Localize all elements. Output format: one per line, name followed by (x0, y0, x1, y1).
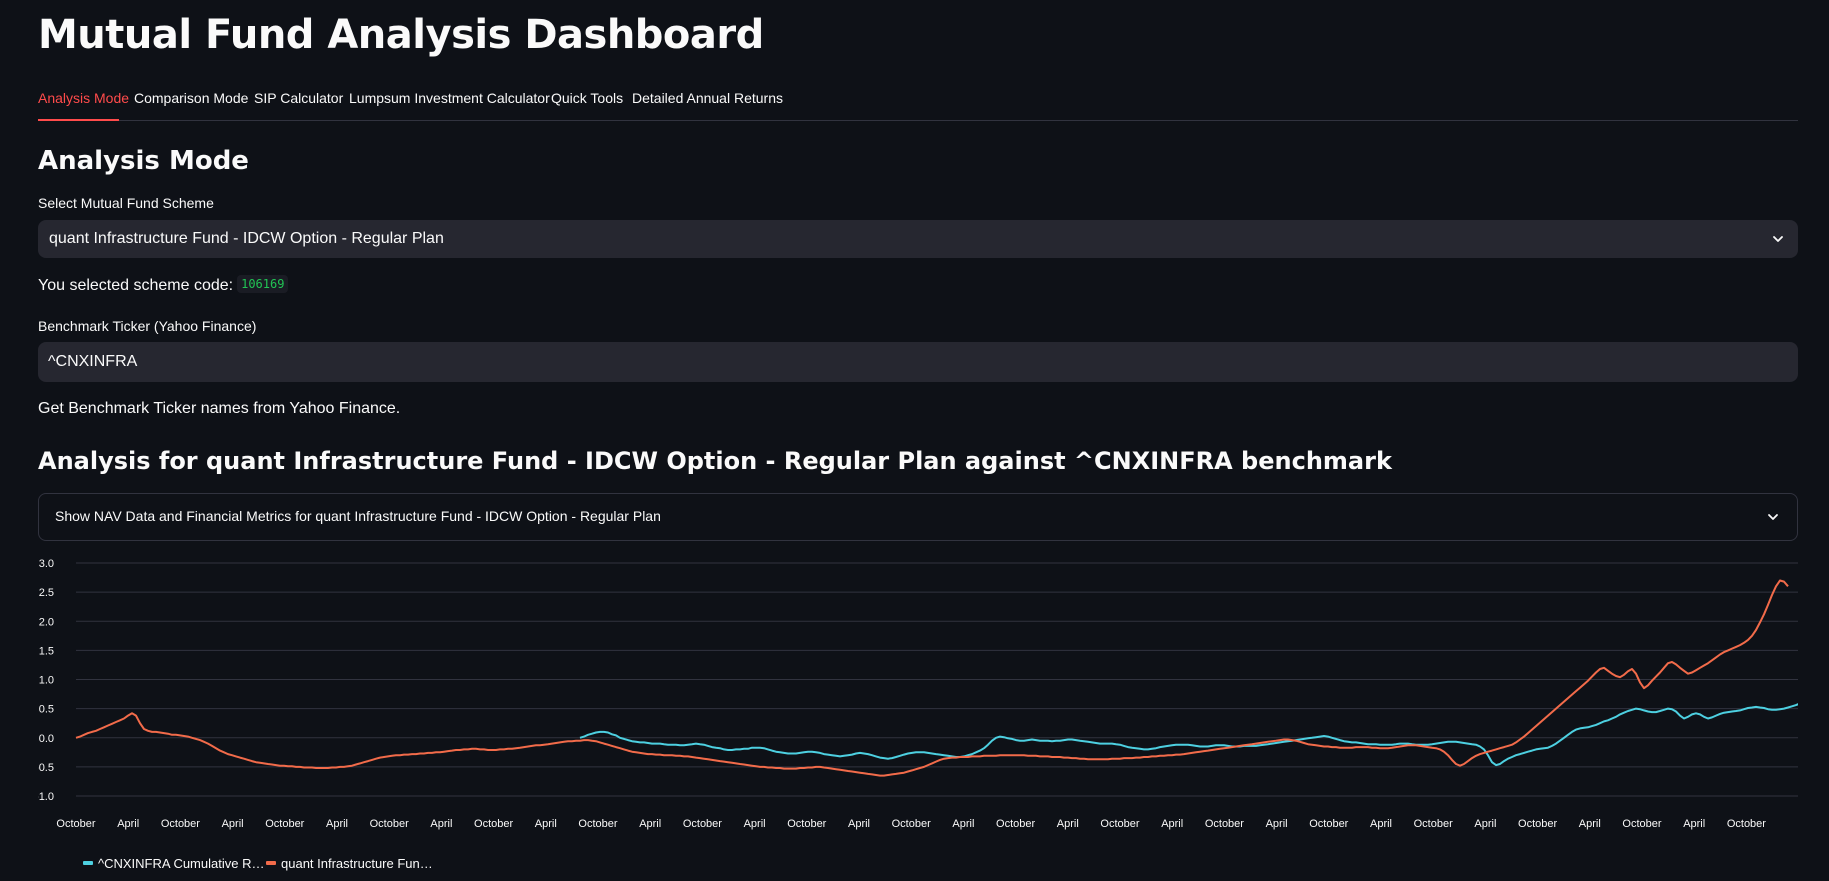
benchmark-ticker-input[interactable] (38, 342, 1798, 382)
x-tick-label: October (56, 818, 95, 830)
x-tick-label: October (683, 818, 722, 830)
x-tick-label: April (117, 818, 139, 830)
scheme-select-value: quant Infrastructure Fund - IDCW Option … (49, 230, 444, 247)
fund-series-line (75, 579, 1789, 777)
x-tick-label: October (1622, 818, 1661, 830)
expander-label: Show NAV Data and Financial Metrics for … (55, 508, 661, 524)
x-tick-label: October (1309, 818, 1348, 830)
section-heading: Analysis Mode (38, 146, 249, 176)
x-tick-label: October (578, 818, 617, 830)
x-tick-label: October (1414, 818, 1453, 830)
x-tick-label: April (1266, 818, 1288, 830)
x-tick-label: October (1100, 818, 1139, 830)
benchmark-label: Benchmark Ticker (Yahoo Finance) (38, 318, 257, 334)
y-tick-label: 0.0 (39, 733, 54, 745)
scheme-code-prefix: You selected scheme code: (38, 277, 234, 294)
legend-swatch (83, 861, 93, 865)
x-tick-label: April (1474, 818, 1496, 830)
x-tick-label: October (370, 818, 409, 830)
tab-detailed-annual-returns[interactable]: Detailed Annual Returns (632, 90, 783, 106)
x-tick-label: April (1683, 818, 1705, 830)
nav-data-expander[interactable]: Show NAV Data and Financial Metrics for … (38, 493, 1798, 541)
chevron-down-icon (1773, 236, 1783, 242)
benchmark-hint: Get Benchmark Ticker names from Yahoo Fi… (38, 400, 401, 417)
x-tick-label: October (1518, 818, 1557, 830)
legend-swatch (266, 861, 276, 865)
x-tick-label: April (1579, 818, 1601, 830)
x-tick-label: October (265, 818, 304, 830)
x-tick-label: April (952, 818, 974, 830)
y-tick-label: 0.5 (39, 704, 54, 716)
x-tick-label: April (1370, 818, 1392, 830)
x-tick-label: October (996, 818, 1035, 830)
app-page: Mutual Fund Analysis Dashboard Analysis … (0, 0, 1829, 881)
x-tick-label: April (222, 818, 244, 830)
cumulative-returns-chart[interactable]: 3.0 2.5 2.0 1.5 1.0 0.5 0.0 -0.5 -1.0 October Apri… (38, 550, 1798, 881)
tab-analysis-mode[interactable]: Analysis Mode (38, 90, 129, 106)
x-tick-label: April (535, 818, 557, 830)
tab-sip-calculator[interactable]: SIP Calculator (254, 90, 343, 106)
scheme-code-value: 106169 (237, 275, 289, 293)
x-tick-label: October (892, 818, 931, 830)
y-tick-label: 1.0 (39, 675, 54, 687)
x-tick-label: October (1727, 818, 1766, 830)
chevron-down-icon (1768, 514, 1778, 520)
x-tick-label: April (430, 818, 452, 830)
scheme-select-label: Select Mutual Fund Scheme (38, 195, 214, 211)
y-tick-label: 2.5 (39, 587, 54, 599)
x-tick-label: April (744, 818, 766, 830)
x-tick-label: October (1205, 818, 1244, 830)
x-tick-label: October (787, 818, 826, 830)
x-tick-label: October (161, 818, 200, 830)
tab-bar: Analysis Mode Comparison Mode SIP Calcul… (38, 80, 1798, 121)
y-tick-label: -1.0 (38, 791, 54, 803)
x-tick-label: April (848, 818, 870, 830)
tab-lumpsum-calculator[interactable]: Lumpsum Investment Calculator (349, 90, 550, 106)
scheme-select[interactable]: quant Infrastructure Fund - IDCW Option … (38, 220, 1798, 258)
x-tick-label: April (639, 818, 661, 830)
active-tab-indicator (38, 119, 119, 121)
legend-label: quant Infrastructure Fun… (281, 856, 433, 871)
y-tick-label: -0.5 (38, 762, 54, 774)
x-tick-label: April (326, 818, 348, 830)
page-title: Mutual Fund Analysis Dashboard (38, 12, 764, 58)
x-tick-label: April (1057, 818, 1079, 830)
y-tick-label: 2.0 (39, 616, 54, 628)
tab-quick-tools[interactable]: Quick Tools (551, 90, 623, 106)
benchmark-series-line (579, 703, 1798, 767)
x-tick-label: October (474, 818, 513, 830)
legend-label: ^CNXINFRA Cumulative R… (98, 856, 264, 871)
line-chart-svg: 3.0 2.5 2.0 1.5 1.0 0.5 0.0 -0.5 -1.0 October Apri… (38, 558, 1798, 871)
tab-comparison-mode[interactable]: Comparison Mode (134, 90, 248, 106)
y-tick-label: 3.0 (39, 558, 54, 570)
scheme-code-text: You selected scheme code: 106169 (38, 275, 289, 295)
x-tick-label: April (1161, 818, 1183, 830)
analysis-result-heading: Analysis for quant Infrastructure Fund -… (38, 447, 1392, 475)
y-tick-label: 1.5 (39, 645, 54, 657)
